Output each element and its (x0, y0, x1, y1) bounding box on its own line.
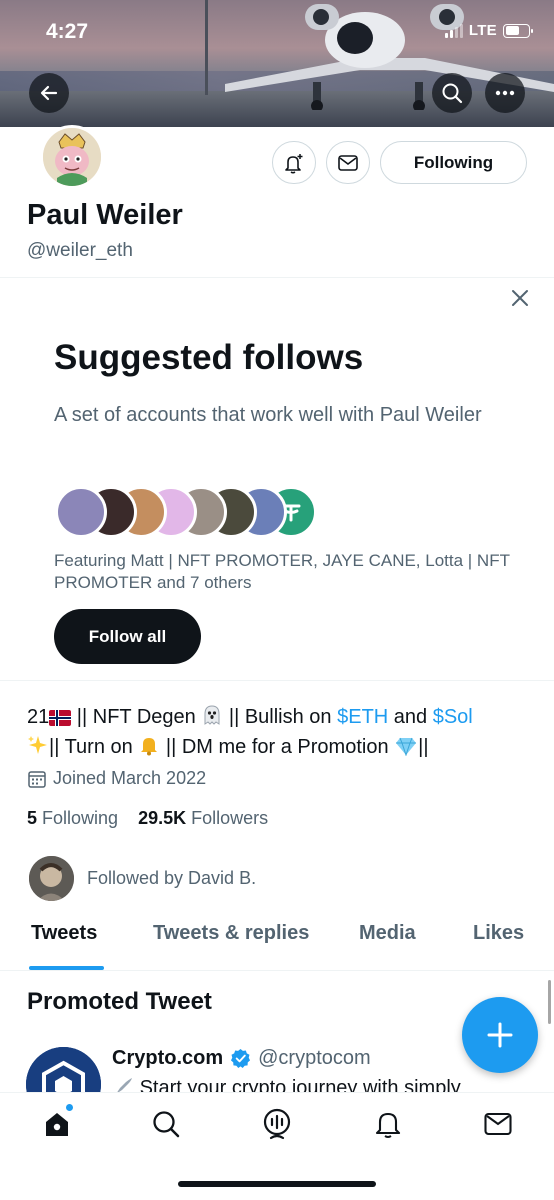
profile-name: Paul Weiler (27, 199, 183, 231)
home-indicator (178, 1181, 376, 1187)
bio-text: || Turn on (49, 736, 139, 758)
nav-search[interactable] (149, 1107, 183, 1141)
battery-icon (503, 23, 533, 38)
followed-by-avatar-image (29, 856, 74, 901)
tab-media[interactable]: Media (359, 922, 416, 945)
search-icon (153, 1111, 180, 1138)
calendar-icon (28, 770, 46, 788)
cashtag-sol-link[interactable]: $Sol (433, 706, 473, 728)
nav-spaces[interactable] (260, 1107, 294, 1141)
followed-by[interactable]: Followed by David B. (29, 856, 256, 901)
nav-messages[interactable] (481, 1107, 515, 1141)
follow-counts: 5 Following 29.5K Followers (27, 808, 268, 829)
bio-text: || NFT Degen (71, 706, 202, 728)
profile-tabs: Tweets Tweets & replies Media Likes (0, 922, 554, 970)
message-button[interactable] (326, 141, 370, 184)
bio-text: || DM me for a Promotion (160, 736, 395, 758)
status-time: 4:27 (46, 20, 89, 43)
bio-text: and (388, 706, 433, 728)
signal-icon (444, 23, 463, 38)
more-icon (495, 90, 515, 96)
tweet-header[interactable]: Crypto.com @cryptocom (112, 1047, 371, 1070)
notify-button[interactable] (272, 141, 316, 184)
tweet-account-handle: @cryptocom (258, 1047, 371, 1069)
plus-icon (487, 1022, 513, 1048)
following-button[interactable]: Following (380, 141, 527, 184)
more-button[interactable] (485, 73, 525, 113)
followers-count-link[interactable]: 29.5K Followers (138, 808, 268, 828)
cashtag-eth-link[interactable]: $ETH (337, 706, 388, 728)
avatar-image (43, 128, 101, 186)
norway-flag-icon (49, 710, 72, 726)
notification-dot (65, 1103, 74, 1112)
status-indicators: LTE (444, 22, 533, 39)
followed-by-text: Followed by David B. (87, 868, 257, 888)
profile-bio: 21 || NFT Degen || Bullish on $ETH and $… (27, 702, 527, 762)
suggested-featuring[interactable]: Featuring Matt | NFT PROMOTER, JAYE CANE… (54, 550, 524, 594)
sparkles-emoji-icon (28, 736, 47, 754)
following-label: Following (42, 808, 119, 828)
search-icon (442, 83, 463, 104)
suggested-title: Suggested follows (54, 338, 364, 377)
followed-by-avatar (29, 856, 74, 901)
bell-emoji-icon (141, 738, 158, 756)
dismiss-suggested-button[interactable] (508, 286, 532, 310)
tab-tweets[interactable]: Tweets (31, 922, 97, 945)
arrow-left-icon (40, 85, 58, 101)
followers-count: 29.5K (138, 808, 187, 828)
profile-avatar[interactable] (40, 125, 104, 189)
spaces-icon (263, 1108, 291, 1140)
divider (0, 680, 554, 681)
home-icon (46, 1113, 68, 1136)
suggested-avatars[interactable] (55, 486, 355, 538)
suggested-avatar (55, 486, 107, 538)
ghost-emoji-icon (204, 705, 220, 725)
joined-text: Joined March 2022 (53, 768, 207, 788)
suggested-description: A set of accounts that work well with Pa… (54, 404, 482, 426)
tab-likes[interactable]: Likes (473, 922, 524, 945)
search-button[interactable] (432, 73, 472, 113)
tab-tweets-replies[interactable]: Tweets & replies (153, 922, 309, 945)
network-type: LTE (468, 22, 497, 39)
tweet-account-name: Crypto.com (112, 1047, 224, 1069)
divider (0, 277, 554, 278)
bio-text: || Bullish on (223, 706, 338, 728)
scrollbar[interactable] (548, 980, 551, 1024)
bell-plus-icon (285, 153, 303, 173)
followers-label: Followers (191, 808, 269, 828)
compose-tweet-button[interactable] (462, 997, 538, 1073)
profile-handle: @weiler_eth (27, 240, 133, 261)
bio-text: 21 (27, 706, 50, 728)
back-button[interactable] (29, 73, 69, 113)
nav-notifications[interactable] (371, 1107, 405, 1141)
notifications-icon (375, 1112, 401, 1138)
close-icon (512, 290, 528, 306)
divider (0, 970, 554, 971)
joined-date: Joined March 2022 (27, 768, 206, 789)
mail-icon (338, 154, 358, 171)
follow-all-button[interactable]: Follow all (54, 609, 201, 664)
verified-badge-icon (231, 1048, 251, 1069)
messages-icon (484, 1112, 512, 1136)
following-count: 5 (27, 808, 38, 828)
gem-emoji-icon (396, 737, 417, 756)
bio-text: || (418, 736, 429, 758)
following-count-link[interactable]: 5 Following (27, 808, 118, 828)
nav-home[interactable] (40, 1103, 74, 1141)
promoted-heading: Promoted Tweet (27, 988, 212, 1015)
